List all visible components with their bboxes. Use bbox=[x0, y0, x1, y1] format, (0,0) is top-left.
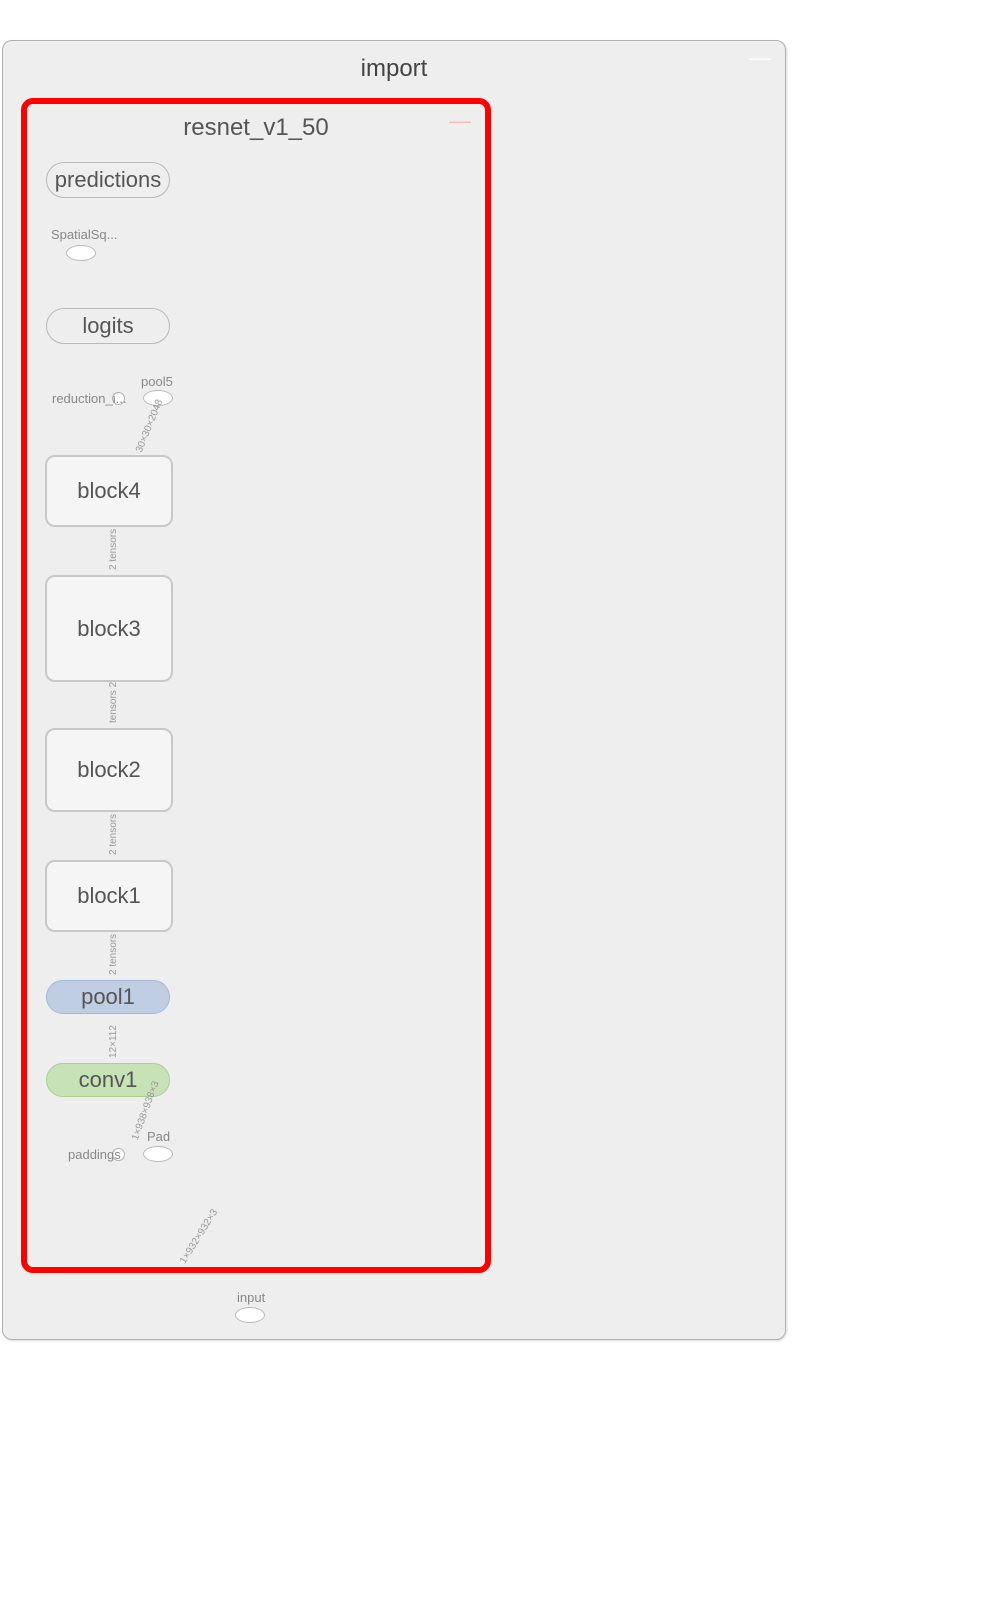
node-label: block3 bbox=[77, 616, 141, 642]
op-pad-label: Pad bbox=[147, 1129, 170, 1144]
edge-label-pool1-block1: 2 tensors bbox=[108, 934, 119, 975]
op-spatial-squeeze[interactable] bbox=[66, 245, 96, 261]
op-pad[interactable] bbox=[143, 1146, 173, 1162]
node-predictions[interactable]: predictions bbox=[46, 162, 170, 198]
node-label: logits bbox=[82, 313, 133, 339]
op-spatial-squeeze-label: SpatialSq... bbox=[51, 227, 118, 242]
collapse-icon[interactable]: — bbox=[449, 108, 471, 134]
node-block4[interactable]: block4 bbox=[45, 455, 173, 527]
node-label: block1 bbox=[77, 883, 141, 909]
node-label: conv1 bbox=[79, 1067, 138, 1093]
scope-import-title: import bbox=[3, 55, 785, 83]
node-label: block2 bbox=[77, 757, 141, 783]
node-label: block4 bbox=[77, 478, 141, 504]
op-input[interactable] bbox=[235, 1307, 265, 1323]
collapse-icon[interactable]: — bbox=[749, 45, 771, 71]
node-block2[interactable]: block2 bbox=[45, 728, 173, 812]
edge-label-block1-block2: 2 tensors bbox=[108, 814, 119, 855]
scope-resnet-title: resnet_v1_50 bbox=[27, 114, 485, 142]
edge-label-block3-block4: 2 tensors bbox=[108, 529, 119, 570]
const-paddings-label: paddings bbox=[68, 1147, 121, 1162]
op-input-label: input bbox=[237, 1290, 265, 1305]
edge-label-block2-block3: tensors 2 bbox=[108, 682, 119, 723]
node-label: predictions bbox=[55, 167, 161, 193]
node-block1[interactable]: block1 bbox=[45, 860, 173, 932]
op-pool5-label: pool5 bbox=[141, 374, 173, 389]
edge-label-conv1-pool1: 12×112 bbox=[108, 1025, 119, 1058]
node-block3[interactable]: block3 bbox=[45, 575, 173, 682]
const-reduction-label: reduction_i... bbox=[52, 391, 126, 406]
node-logits[interactable]: logits bbox=[46, 308, 170, 344]
node-pool1[interactable]: pool1 bbox=[46, 980, 170, 1014]
node-label: pool1 bbox=[81, 984, 135, 1010]
